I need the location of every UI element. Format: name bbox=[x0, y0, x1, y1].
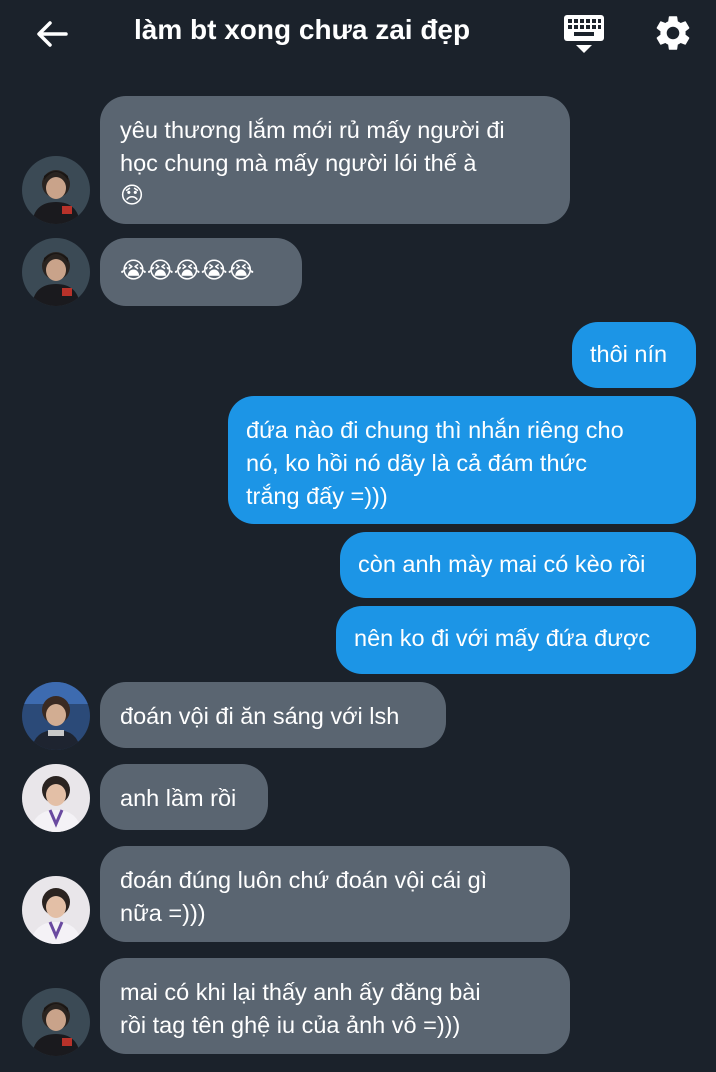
message-text: đoán vội đi ăn sáng với lsh bbox=[120, 703, 400, 729]
arrow-left-icon bbox=[37, 21, 68, 47]
avatar[interactable] bbox=[22, 156, 90, 224]
settings-button[interactable] bbox=[652, 12, 694, 54]
message-text: nên ko đi với mấy đứa được bbox=[354, 625, 651, 651]
gear-icon bbox=[656, 16, 690, 50]
outgoing-message: thôi nín bbox=[572, 322, 696, 388]
message-text-line: yêu thương lắm mới rủ mấy người đi bbox=[120, 117, 505, 143]
hide-keyboard-button[interactable] bbox=[562, 12, 606, 56]
message-text-line: rồi tag tên ghệ iu của ảnh vô =))) bbox=[120, 1012, 461, 1038]
incoming-message: anh lầm rồi bbox=[100, 764, 268, 830]
avatar[interactable] bbox=[22, 876, 90, 944]
incoming-message: đoán vội đi ăn sáng với lsh bbox=[100, 682, 446, 748]
incoming-message: 😭😭😭😭😭 bbox=[100, 238, 302, 306]
message-text-line: nó, ko hồi nó dãy là cả đám thức bbox=[246, 450, 588, 476]
incoming-message: yêu thương lắm mới rủ mấy người đi học c… bbox=[100, 96, 570, 224]
message-text-line: đoán đúng luôn chứ đoán vội cái gì bbox=[120, 867, 488, 893]
message-text-line: trắng đấy =))) bbox=[246, 483, 388, 509]
incoming-message: mai có khi lại thấy anh ấy đăng bài rồi … bbox=[100, 958, 570, 1054]
outgoing-message: còn anh mày mai có kèo rồi bbox=[340, 532, 696, 598]
message-text: 😭😭😭😭😭 bbox=[120, 258, 255, 284]
outgoing-message: đứa nào đi chung thì nhắn riêng cho nó, … bbox=[228, 396, 696, 524]
chat-title: làm bt xong chưa zai đẹp bbox=[134, 14, 471, 45]
avatar[interactable] bbox=[22, 988, 90, 1056]
message-text: thôi nín bbox=[590, 341, 668, 367]
message-text-line: học chung mà mấy người lói thế à bbox=[120, 150, 477, 176]
message-text: còn anh mày mai có kèo rồi bbox=[358, 551, 646, 577]
message-text-line: mai có khi lại thấy anh ấy đăng bài bbox=[120, 979, 481, 1005]
avatar[interactable] bbox=[22, 764, 90, 832]
message-text-line: đứa nào đi chung thì nhắn riêng cho bbox=[246, 417, 624, 443]
message-text: anh lầm rồi bbox=[120, 785, 237, 811]
back-button[interactable] bbox=[34, 16, 70, 52]
chat-header: làm bt xong chưa zai đẹp bbox=[0, 0, 716, 68]
incoming-message: đoán đúng luôn chứ đoán vội cái gì nữa =… bbox=[100, 846, 570, 942]
keyboard-hide-icon bbox=[564, 15, 604, 53]
avatar[interactable] bbox=[22, 238, 90, 306]
message-text-line: nữa =))) bbox=[120, 900, 206, 926]
outgoing-message: nên ko đi với mấy đứa được bbox=[336, 606, 696, 674]
avatar[interactable] bbox=[22, 682, 90, 750]
sad-emoji: 😞 bbox=[120, 183, 144, 209]
